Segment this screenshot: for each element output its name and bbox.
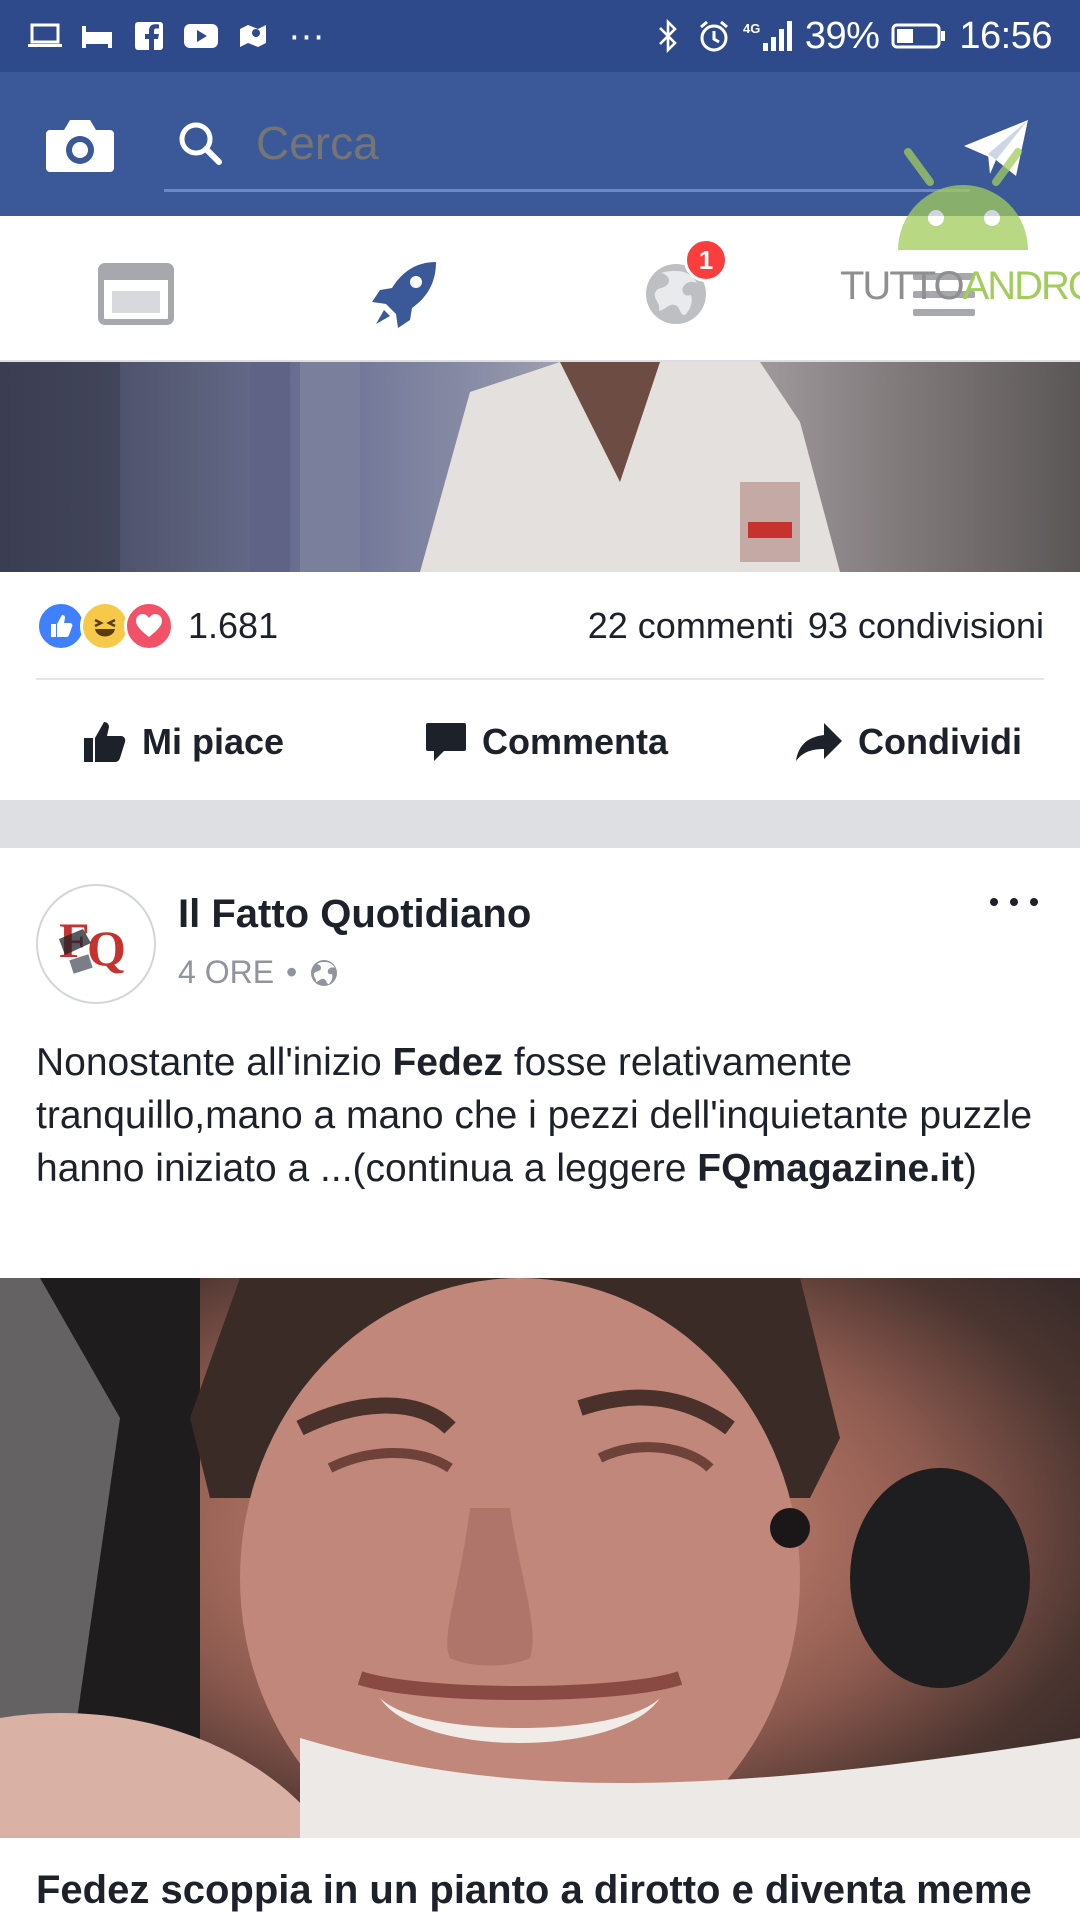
camera-button[interactable] xyxy=(44,116,116,176)
search-icon xyxy=(179,122,222,165)
tab-notifications[interactable]: 1 xyxy=(636,238,728,334)
laptop-icon xyxy=(28,21,62,51)
more-dot xyxy=(1030,898,1038,906)
love-reaction-icon xyxy=(124,601,174,651)
camera-icon xyxy=(46,120,114,172)
news-feed-icon xyxy=(98,263,174,325)
post-text-fedez[interactable]: Fedez xyxy=(392,1041,503,1084)
post-link-headline[interactable]: Fedez scoppia in un pianto a dirotto e d… xyxy=(36,1868,1032,1913)
doctor-photo-illustration xyxy=(0,362,840,572)
share-button[interactable]: Condividi xyxy=(794,714,1022,770)
more-dot xyxy=(990,898,998,906)
share-label: Condividi xyxy=(858,721,1022,762)
status-bar: ··· 4G 39% 16:56 xyxy=(0,0,1080,72)
comment-label: Commenta xyxy=(482,721,669,762)
bluetooth-icon xyxy=(651,19,685,53)
like-button[interactable]: Mi piace xyxy=(82,714,284,770)
avatar[interactable]: F Q xyxy=(36,884,156,1004)
post-time[interactable]: 4 ORE xyxy=(178,954,274,991)
meta-separator: • xyxy=(286,954,298,990)
rocket-icon xyxy=(372,262,436,328)
clock: 16:56 xyxy=(959,14,1052,57)
status-notification-icons: ··· xyxy=(28,14,325,58)
shares-count[interactable]: 93 condivisioni xyxy=(808,605,1044,647)
post-text-link[interactable]: FQmagazine.it xyxy=(697,1147,964,1190)
reactions-summary: 1.681 22 commenti 93 condivisioni xyxy=(36,598,1044,654)
reaction-icons[interactable]: 1.681 xyxy=(36,601,278,651)
notifications-badge: 1 xyxy=(684,238,728,282)
crying-man-photo-illustration xyxy=(0,1278,1080,1838)
search-bar[interactable] xyxy=(164,96,970,192)
youtube-icon xyxy=(184,21,218,51)
post-body: Nonostante all'inizio Fedez fosse relati… xyxy=(36,1036,1044,1195)
menu-icon xyxy=(913,273,975,316)
share-icon xyxy=(796,723,842,761)
more-dot xyxy=(1010,898,1018,906)
comment-icon xyxy=(426,723,466,761)
search-input[interactable] xyxy=(254,114,894,171)
post-text-part: ) xyxy=(963,1147,977,1190)
maps-icon xyxy=(236,21,270,51)
svg-text:4G: 4G xyxy=(743,21,760,36)
feed-separator xyxy=(0,800,1080,848)
thumbs-up-icon xyxy=(84,722,126,762)
comment-button[interactable]: Commenta xyxy=(424,714,668,770)
post-meta: 4 ORE • xyxy=(178,954,339,991)
alarm-icon xyxy=(697,20,731,52)
paper-plane-icon xyxy=(964,120,1028,176)
engagement-counts: 22 commenti 93 condivisioni xyxy=(588,605,1044,647)
svg-text:Q: Q xyxy=(87,920,126,976)
post-photo[interactable] xyxy=(0,1278,1080,1838)
divider xyxy=(36,678,1044,680)
battery-icon xyxy=(891,21,947,51)
haha-reaction-icon xyxy=(80,601,130,651)
tab-menu[interactable] xyxy=(904,254,984,334)
tab-bar: 1 xyxy=(0,216,1080,362)
il-fatto-quotidiano-logo: F Q xyxy=(59,912,126,976)
like-label: Mi piace xyxy=(142,721,285,762)
public-globe-icon xyxy=(311,959,338,986)
post-options-button[interactable] xyxy=(990,890,1038,914)
like-reaction-icon xyxy=(36,601,86,651)
status-system-icons: 4G 39% 16:56 xyxy=(651,15,1052,58)
previous-post-photo[interactable] xyxy=(0,362,1080,572)
more-notifications: ··· xyxy=(288,14,325,57)
app-header xyxy=(0,72,1080,216)
reactions-count: 1.681 xyxy=(188,605,279,646)
post-text-part: Nonostante all'inizio xyxy=(36,1041,393,1084)
tab-explore[interactable] xyxy=(366,254,446,334)
signal-4g-icon: 4G xyxy=(743,21,793,51)
facebook-icon xyxy=(132,21,166,51)
post-author[interactable]: Il Fatto Quotidiano xyxy=(178,892,531,937)
battery-percent: 39% xyxy=(804,14,880,57)
messenger-button[interactable] xyxy=(962,116,1032,180)
post-actions: Mi piace Commenta Condividi xyxy=(0,690,1080,790)
tab-news-feed[interactable] xyxy=(96,254,176,334)
comments-count[interactable]: 22 commenti xyxy=(588,605,794,647)
bed-icon xyxy=(80,21,114,51)
